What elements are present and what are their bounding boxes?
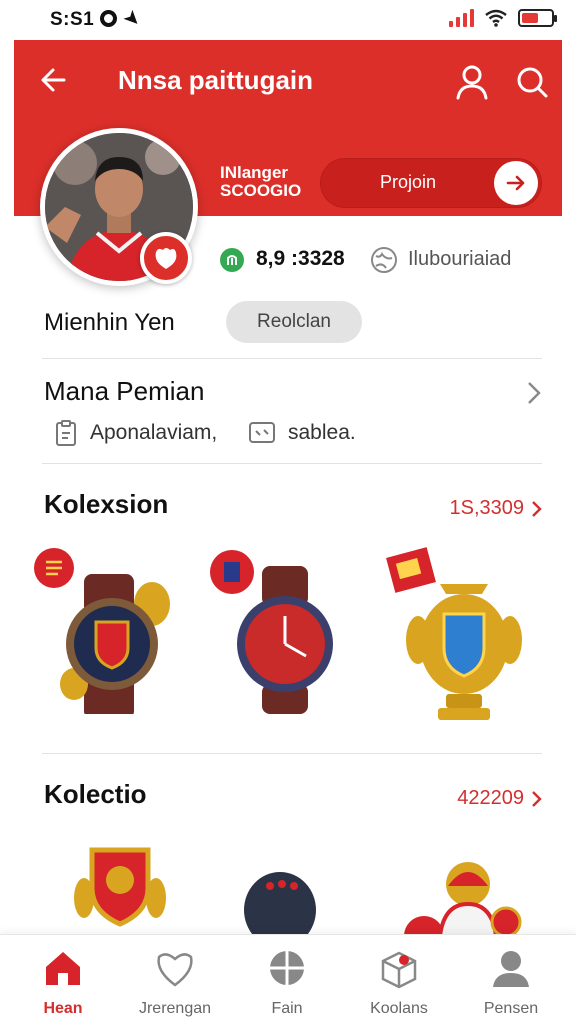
meta-item-document: Aponalaviam, [54,418,217,448]
join-button-label: Projoin [380,172,437,192]
home-icon [46,952,80,985]
person-icon [493,951,529,987]
page-title: Nnsa paittugain [118,65,314,95]
collection-title: Kolexsion [44,489,169,519]
collection-count: 422209 [457,787,524,809]
arrow-right-icon [494,161,538,205]
box-icon [381,951,417,989]
details-title: Mana Pemian [44,376,205,406]
join-button[interactable]: Projoin [320,158,542,208]
collection-item-mascot[interactable] [396,856,546,956]
bottom-navigation: Hean Jrerengan Fain Koolans Pensen [0,934,576,1024]
app-screen: S:S1 ➤ Nnsa paittugain INlanger SCOOGIO … [0,0,576,1024]
nav-label: Pensen [483,1000,539,1017]
nav-item-fan[interactable]: Fain [232,947,342,1018]
nav-label: Hean [43,1000,83,1017]
globe-icon [371,247,397,273]
collection-item-mascot[interactable] [70,840,220,936]
details-row[interactable]: Mana Pemian [44,376,544,410]
nav-item-collections[interactable]: Koolans [344,947,454,1018]
nav-item-favorites[interactable]: Jrerengan [120,947,230,1018]
collection-item-trophy[interactable] [384,544,534,720]
chat-icon [249,422,275,443]
nav-item-profile[interactable]: Pensen [456,947,566,1018]
divider [42,463,542,464]
collection-count-link[interactable]: 422209 [457,787,542,810]
team-badge-line2: SCOOGIO [220,181,302,200]
chevron-right-icon [532,500,542,517]
chevron-right-icon [528,382,541,404]
status-indicators [449,9,557,27]
collection-title: Kolectio [44,779,147,809]
heart-icon [157,953,193,987]
wifi-icon [485,9,507,27]
meta-label: Aponalaviam, [90,421,218,444]
coin-balance: 8,9 :3328 [256,247,345,270]
meta-label: sablea. [288,421,356,444]
nav-item-home[interactable]: Hean [8,947,118,1018]
document-icon [56,420,76,446]
role-chip[interactable]: Reolclan [226,301,362,343]
nav-label: Koolans [370,1000,428,1017]
status-bar: S:S1 ➤ [0,0,576,40]
user-icon[interactable] [454,62,490,102]
collection-item-watch[interactable] [34,544,184,719]
battery-icon [518,9,557,27]
status-time: S:S1 [50,9,95,30]
collection-count-link[interactable]: 1S,3309 [449,497,542,520]
team-badge-text: INlanger SCOOGIO [220,164,301,200]
collection-count: 1S,3309 [449,497,524,519]
ball-icon [270,951,304,985]
signal-icon [449,9,474,27]
club-crest-icon [140,232,192,284]
meta-item-chat: sablea. [248,418,356,448]
nav-label: Fain [271,1000,303,1017]
chevron-right-icon [532,790,542,807]
team-badge-line1: INlanger [220,163,289,182]
coin-icon [220,248,244,272]
region-label: Ilubouriaiad [408,248,512,270]
nav-label: Jrerengan [138,1000,212,1017]
location-dot-icon [100,10,117,27]
divider [42,358,542,359]
search-icon[interactable] [514,62,550,102]
divider [42,753,542,754]
navigation-arrow-icon: ➤ [118,5,146,33]
collection-item-ball[interactable] [240,866,390,948]
back-arrow-icon[interactable] [36,62,72,98]
player-name: Mienhin Yen [44,309,175,336]
collection-item-watch[interactable] [210,544,360,714]
